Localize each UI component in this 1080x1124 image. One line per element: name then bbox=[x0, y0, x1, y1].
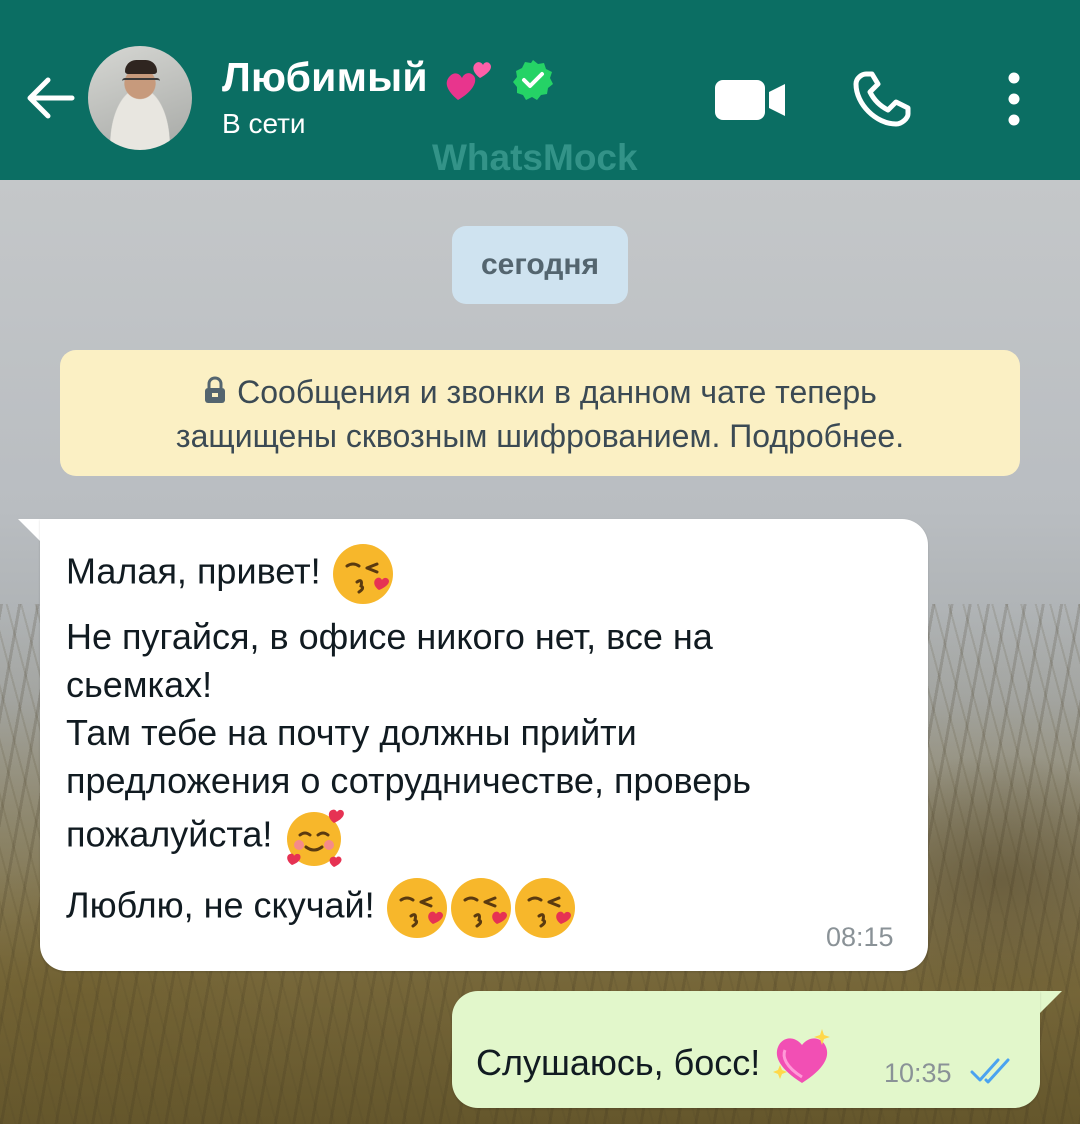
kissing-heart-emoji bbox=[450, 878, 511, 938]
voice-call-icon[interactable] bbox=[852, 70, 912, 128]
contact-status: В сети bbox=[222, 108, 306, 139]
avatar-glasses bbox=[122, 78, 160, 88]
encryption-notice-line1: Сообщения и звонки в данном чате теперь bbox=[60, 370, 1020, 414]
avatar-hair bbox=[125, 60, 157, 74]
more-options-icon[interactable] bbox=[1000, 72, 1028, 126]
encryption-notice-text-line1: Сообщения и звонки в данном чате теперь bbox=[237, 374, 877, 410]
back-arrow-icon[interactable] bbox=[22, 70, 78, 126]
outgoing-message-line: Слушаюсь, босс! bbox=[476, 1025, 834, 1089]
outgoing-message-time: 10:35 bbox=[884, 1058, 952, 1088]
lock-icon bbox=[205, 376, 226, 403]
watermark: WhatsMock bbox=[432, 137, 638, 178]
two-hearts-icon bbox=[446, 62, 491, 100]
contact-name[interactable]: Любимый bbox=[222, 54, 428, 101]
message-line: Не пугайся, в офисе никого нет, все на bbox=[66, 616, 713, 657]
chat-header: Любимый В сети WhatsMock bbox=[0, 0, 1080, 180]
encryption-notice-text-line2: защищены сквозным шифрованием. Подробнее… bbox=[175, 418, 905, 454]
encryption-notice[interactable]: Сообщения и звонки в данном чате теперь … bbox=[60, 350, 1020, 476]
date-chip: сегодня bbox=[452, 226, 628, 304]
message-line: предложения о сотрудничестве, проверь bbox=[66, 760, 752, 801]
double-check-read-icon bbox=[970, 1058, 1010, 1084]
smiling-hearts-emoji bbox=[287, 809, 345, 867]
message-line: Малая, привет! bbox=[66, 542, 395, 606]
message-line: пожалуйста! bbox=[66, 805, 346, 869]
kissing-heart-emoji bbox=[332, 544, 393, 604]
kissing-heart-emoji bbox=[386, 878, 447, 938]
message-text: Люблю, не скучай! bbox=[66, 884, 375, 926]
video-call-icon[interactable] bbox=[713, 78, 789, 122]
verified-badge-icon bbox=[513, 60, 553, 100]
message-line: Люблю, не скучай! bbox=[66, 876, 577, 940]
avatar[interactable] bbox=[88, 46, 192, 150]
message-line: Там тебе на почту должны прийти bbox=[66, 712, 637, 753]
message-text: Малая, привет! bbox=[66, 550, 321, 592]
message-line: сьемках! bbox=[66, 664, 213, 705]
kissing-heart-emoji bbox=[514, 878, 575, 938]
outgoing-message-text: Слушаюсь, босс! bbox=[476, 1042, 761, 1083]
message-text: пожалуйста! bbox=[66, 813, 273, 855]
incoming-message-time: 08:15 bbox=[826, 922, 894, 952]
sparkling-heart-emoji bbox=[773, 1029, 831, 1083]
